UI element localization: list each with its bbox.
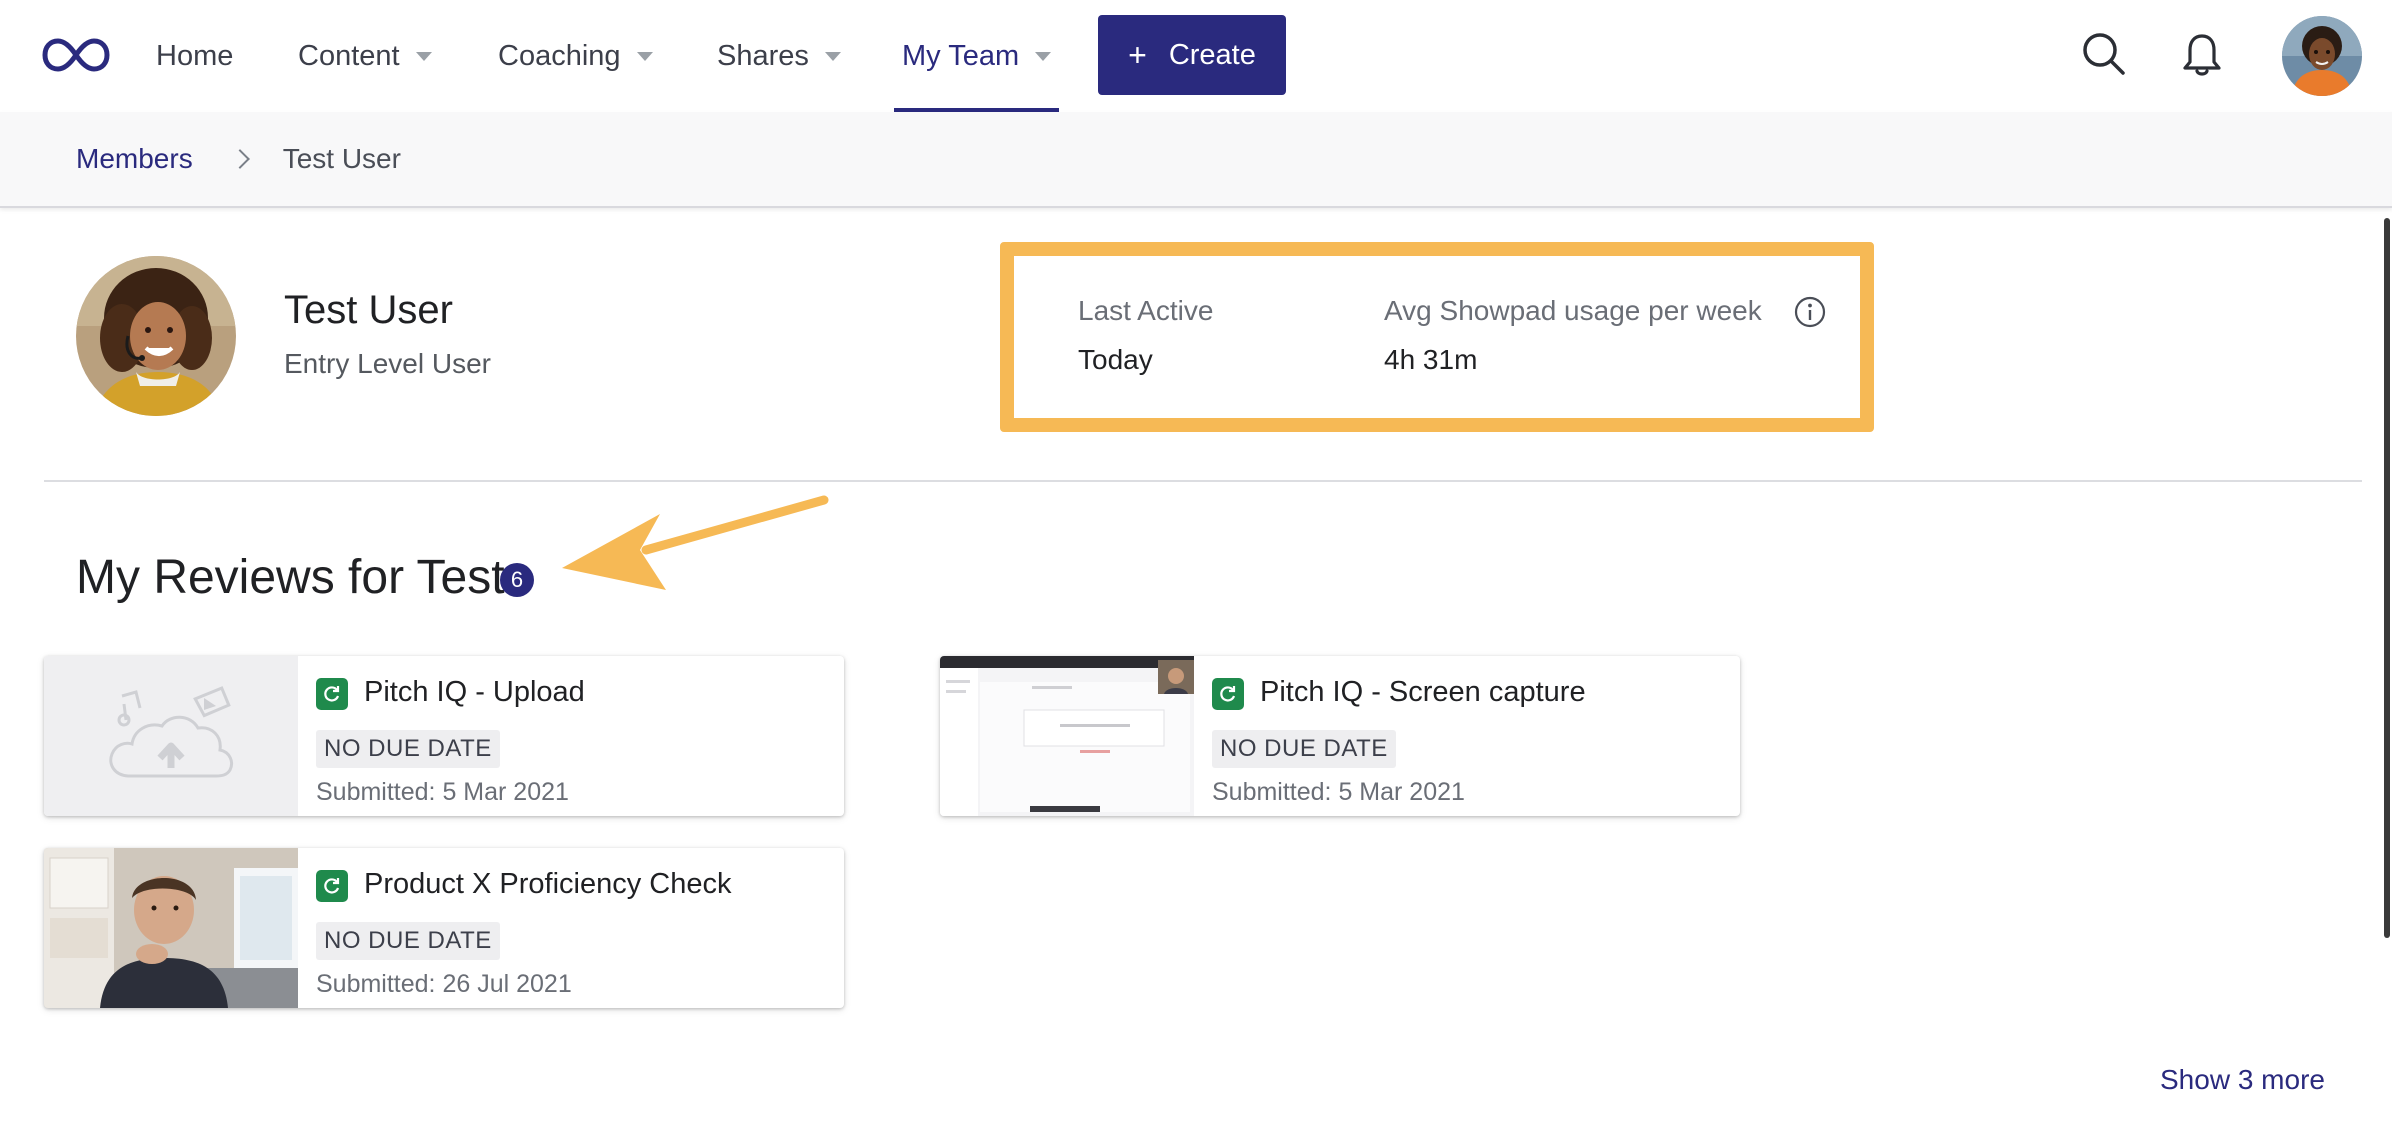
nav-coaching-label: Coaching <box>498 39 621 72</box>
bell-icon[interactable] <box>2182 32 2222 78</box>
webcam-video-thumbnail <box>44 848 298 1008</box>
infinity-logo-icon[interactable] <box>40 32 112 78</box>
scrollbar-thumb[interactable] <box>2384 218 2390 938</box>
reviews-count-badge: 6 <box>500 563 534 597</box>
annotation-arrow-icon <box>562 495 829 590</box>
review-card[interactable]: Product X Proficiency Check NO DUE DATE … <box>44 848 844 1008</box>
nav-shares-label: Shares <box>717 39 809 72</box>
review-card[interactable]: Pitch IQ - Screen capture NO DUE DATE Su… <box>940 656 1740 816</box>
section-divider <box>44 480 2362 482</box>
nav-shares[interactable]: Shares <box>717 0 841 112</box>
due-date-badge: NO DUE DATE <box>316 730 500 768</box>
search-icon[interactable] <box>2082 32 2126 76</box>
breadcrumb-current: Test User <box>282 143 401 174</box>
user-avatar[interactable] <box>2282 16 2362 96</box>
create-button-label: Create <box>1168 38 1256 71</box>
submitted-date: Submitted: 5 Mar 2021 <box>1212 778 1465 806</box>
nav-my-team[interactable]: My Team <box>893 0 1060 112</box>
refresh-status-icon <box>316 678 348 710</box>
nav-home-label: Home <box>156 39 234 72</box>
review-card-title: Product X Proficiency Check <box>364 868 732 900</box>
last-active-value: Today <box>1078 344 1153 375</box>
nav-coaching[interactable]: Coaching <box>498 0 653 112</box>
review-card-title: Pitch IQ - Screen capture <box>1260 676 1586 708</box>
profile-role: Entry Level User <box>284 348 491 379</box>
chevron-down-icon <box>636 51 653 61</box>
nav-content-label: Content <box>298 39 400 72</box>
review-card[interactable]: Pitch IQ - Upload NO DUE DATE Submitted:… <box>44 656 844 816</box>
nav-content[interactable]: Content <box>298 0 432 112</box>
profile-avatar <box>76 256 236 416</box>
upload-placeholder-thumbnail <box>44 656 298 816</box>
chevron-down-icon <box>415 51 432 61</box>
cloud-upload-icon <box>109 686 234 778</box>
usage-value: 4h 31m <box>1384 344 1478 375</box>
webcam-preview <box>44 848 298 1008</box>
chevron-down-icon <box>1035 51 1052 61</box>
due-date-badge: NO DUE DATE <box>316 922 500 960</box>
show-more-link[interactable]: Show 3 more <box>2160 1064 2325 1096</box>
refresh-status-icon <box>316 870 348 902</box>
due-date-badge: NO DUE DATE <box>1212 730 1396 768</box>
reviews-title: My Reviews for Test <box>76 551 505 604</box>
screen-capture-preview <box>940 656 1194 816</box>
avatar-image <box>2282 16 2362 96</box>
top-navigation: Home Content Coaching Shares My Team + C… <box>0 0 2392 112</box>
chevron-down-icon <box>824 51 841 61</box>
nav-my-team-label: My Team <box>902 39 1020 72</box>
create-button[interactable]: + Create <box>1098 15 1286 95</box>
usage-label: Avg Showpad usage per week <box>1384 295 1762 326</box>
plus-icon: + <box>1128 37 1147 73</box>
breadcrumb-members-link[interactable]: Members <box>76 143 193 175</box>
chevron-right-icon <box>229 149 250 169</box>
profile-name: Test User <box>284 288 453 332</box>
breadcrumb: Members Test User <box>0 112 2392 208</box>
refresh-status-icon <box>1212 678 1244 710</box>
submitted-date: Submitted: 5 Mar 2021 <box>316 778 569 806</box>
screen-capture-thumbnail <box>940 656 1194 816</box>
usage-stats-panel <box>1000 242 1874 432</box>
review-card-title: Pitch IQ - Upload <box>364 676 585 708</box>
nav-home[interactable]: Home <box>156 0 233 112</box>
last-active-label: Last Active <box>1078 295 1214 326</box>
submitted-date: Submitted: 26 Jul 2021 <box>316 970 572 998</box>
info-icon[interactable] <box>1794 296 1826 328</box>
profile-photo <box>76 256 236 416</box>
